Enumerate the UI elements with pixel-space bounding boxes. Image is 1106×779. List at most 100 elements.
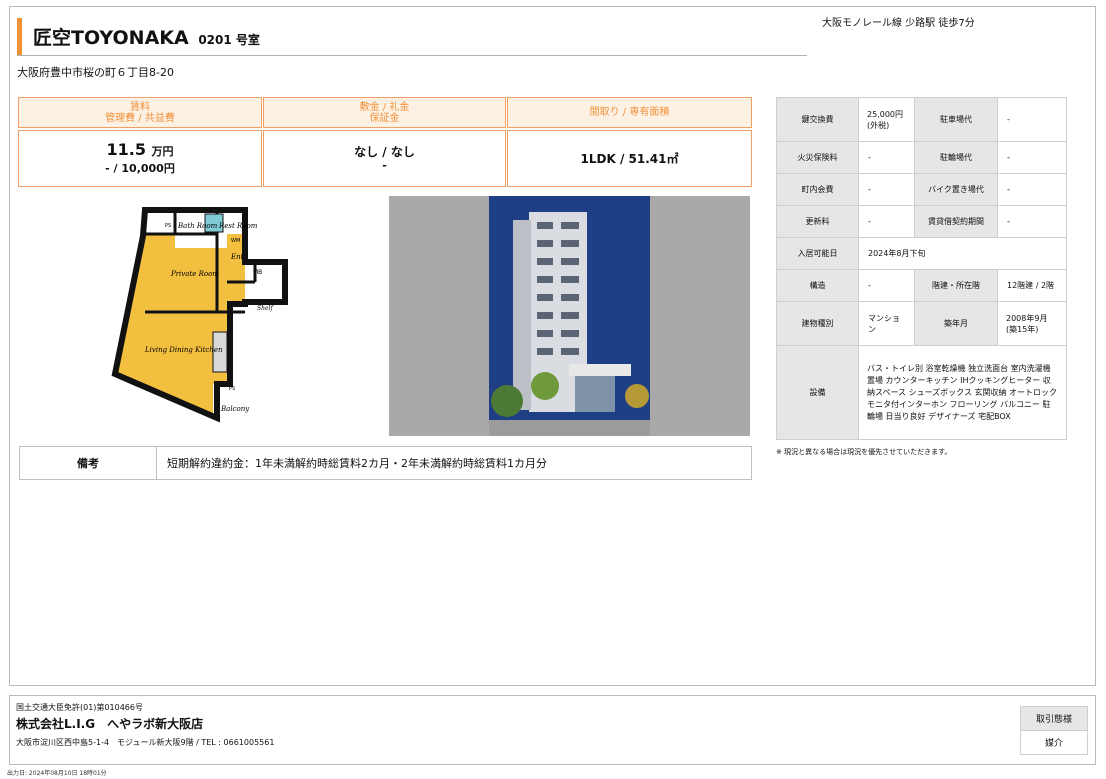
floorplan-label-ps2: PS <box>229 386 235 392</box>
tree-center <box>531 372 559 400</box>
deal-type-label: 取引態様 <box>1020 706 1088 731</box>
company-address: 大阪市淀川区西中島5-1-4 モジュール新大阪9階 / TEL : 066100… <box>16 738 275 747</box>
layout-column: 間取り / 専有面積 1LDK / 51.41㎡ <box>507 97 752 187</box>
building-photo-image <box>489 196 650 436</box>
remarks-text: 短期解約違約金：1年未満解約時総賃料2カ月・2年未満解約時総賃料1カ月分 <box>167 457 547 470</box>
company-name: 株式会社L.I.G へやラボ新大阪店 <box>16 717 204 731</box>
remarks-label: 備考 <box>20 447 157 479</box>
bicycle-value: - <box>997 141 1067 174</box>
rent-amount: 11.5 万円 <box>19 141 261 161</box>
built-label: 築年月 <box>914 301 998 346</box>
rent-header: 賃料 管理費 / 共益費 <box>18 97 262 128</box>
rent-body: 11.5 万円 - / 10,000円 <box>18 130 262 187</box>
deal-type-table: 取引態様 媒介 <box>1020 706 1088 755</box>
station-access: 大阪モノレール線 少路駅 徒歩7分 <box>822 18 975 29</box>
structure-value: - <box>858 269 915 302</box>
move-in-label: 入居可能日 <box>776 237 859 270</box>
building-type-label: 建物種別 <box>776 301 859 346</box>
fire-insurance-label: 火災保険料 <box>776 141 859 174</box>
deposit-value: なし / なし <box>354 144 415 159</box>
fire-insurance-value: - <box>858 141 915 174</box>
license-number: 国土交通大臣免許(01)第010466号 <box>16 703 143 712</box>
spec-row-move-in: 入居可能日 2024年8月下旬 <box>776 237 1067 270</box>
key-exchange-amount: 25,000円 <box>867 109 903 119</box>
floors-label: 階建・所在階 <box>914 269 998 302</box>
print-timestamp: 出力日: 2024年08月10日 18時01分 <box>7 770 107 777</box>
floors-value: 12階建 / 2階 <box>997 269 1067 302</box>
renewal-label: 更新料 <box>776 205 859 238</box>
floorplan-label-balcony: Balcony <box>220 405 250 413</box>
layout-body: 1LDK / 51.41㎡ <box>507 130 752 187</box>
entrance-canopy <box>569 364 631 376</box>
facilities-value: バス・トイレ別 浴室乾燥機 独立洗面台 室内洗濯機置場 カウンターキッチン IH… <box>858 345 1067 440</box>
title-block: 匠空TOYONAKA 0201 号室 <box>17 16 807 56</box>
rent-column: 賃料 管理費 / 共益費 11.5 万円 - / 10,000円 <box>18 97 262 187</box>
building-type-value: マンション <box>858 301 915 346</box>
deposit-label: 敷金 / 礼金 <box>359 101 410 113</box>
spec-row-insurance-bicycle: 火災保険料 - 駐輪場代 - <box>776 141 1067 174</box>
remarks-row: 備考 短期解約違約金：1年未満解約時総賃料2カ月・2年未満解約時総賃料1カ月分 <box>19 446 752 480</box>
tree-right <box>625 384 649 408</box>
guarantee-label: 保証金 <box>369 112 400 124</box>
building-type-line-2: ン <box>868 324 876 334</box>
floorplan-label-ent: Ent <box>230 253 244 261</box>
lease-term-value: - <box>997 205 1067 238</box>
key-exchange-tax: (外税) <box>867 120 890 130</box>
floorplan-label-ps: PS <box>165 223 171 229</box>
deposit-header: 敷金 / 礼金 保証金 <box>263 97 506 128</box>
key-exchange-label: 鍵交換費 <box>776 97 859 142</box>
bicycle-label: 駐輪場代 <box>914 141 998 174</box>
floorplan-label-restroom: Rest Room <box>218 222 258 230</box>
structure-label: 構造 <box>776 269 859 302</box>
bike-parking-label: バイク置き場代 <box>914 173 998 206</box>
spec-row-structure: 構造 - 階建・所在階 12階建 / 2階 <box>776 269 1067 302</box>
facilities-label: 設備 <box>776 345 859 440</box>
building-photo <box>389 196 750 436</box>
agency-footer: 国土交通大臣免許(01)第010466号 株式会社L.I.G へやラボ新大阪店 … <box>9 695 1096 765</box>
summary-grid: 賃料 管理費 / 共益費 11.5 万円 - / 10,000円 敷金 / 礼金… <box>18 97 752 187</box>
layout-header: 間取り / 専有面積 <box>507 97 752 128</box>
deposit-column: 敷金 / 礼金 保証金 なし / なし - <box>263 97 506 187</box>
floorplan-image: Bath Room Rest Room Ent Private Room MB … <box>111 207 288 423</box>
parking-value: - <box>997 97 1067 142</box>
building-type-line-1: マンショ <box>868 313 900 323</box>
title-accent-bar <box>17 18 22 55</box>
move-in-value: 2024年8月下旬 <box>858 237 1067 270</box>
floorplan-label-ldk: Living Dining Kitchen <box>144 346 223 354</box>
built-date: 2008年9月 <box>1006 313 1048 323</box>
fees-value: - / 10,000円 <box>105 162 175 175</box>
guarantee-value: - <box>382 158 387 172</box>
layout-label: 間取り / 専有面積 <box>589 107 670 118</box>
lease-term-label: 賃貸借契約期間 <box>914 205 998 238</box>
tree-left <box>491 385 523 417</box>
floorplan-label-shelf: Shelf <box>257 305 274 312</box>
spec-row-key-parking: 鍵交換費 25,000円 (外税) 駐車場代 - <box>776 97 1067 142</box>
current-condition-note: ※ 現況と異なる場合は現況を優先させていただきます。 <box>776 448 952 456</box>
building-name: 匠空TOYONAKA <box>33 27 189 49</box>
tower-side <box>513 220 531 410</box>
spec-table: 鍵交換費 25,000円 (外税) 駐車場代 - 火災保険料 - 駐輪場代 - 町… <box>776 97 1067 440</box>
built-age: (築15年) <box>1006 324 1039 334</box>
floorplan-label-bath: Bath Room <box>177 222 218 230</box>
entrance-glass <box>575 376 615 412</box>
floorplan-label-wm: WM <box>231 238 240 244</box>
spec-row-community-bike: 町内会費 - バイク置き場代 - <box>776 173 1067 206</box>
bike-parking-value: - <box>997 173 1067 206</box>
page-title: 匠空TOYONAKA 0201 号室 <box>33 23 260 50</box>
layout-value: 1LDK / 51.41㎡ <box>580 152 679 166</box>
community-fee-value: - <box>858 173 915 206</box>
floorplan-label-private: Private Room <box>170 270 219 278</box>
spec-row-renewal-term: 更新料 - 賃貸借契約期間 - <box>776 205 1067 238</box>
built-value: 2008年9月 (築15年) <box>997 301 1067 346</box>
property-address: 大阪府豊中市桜の町６丁目8-20 <box>17 66 174 79</box>
spec-row-facilities: 設備 バス・トイレ別 浴室乾燥機 独立洗面台 室内洗濯機置場 カウンターキッチン… <box>776 345 1067 440</box>
ground <box>489 420 650 436</box>
deal-type-value-row: 媒介 <box>1020 730 1088 755</box>
rent-value: 11.5 <box>106 140 146 159</box>
fees-label: 管理費 / 共益費 <box>105 112 175 124</box>
floorplan-label-mb: MB <box>253 269 262 276</box>
rent-unit: 万円 <box>151 145 174 158</box>
deal-type-value: 媒介 <box>1020 730 1088 755</box>
deal-type-header-row: 取引態様 <box>1020 706 1088 731</box>
community-fee-label: 町内会費 <box>776 173 859 206</box>
